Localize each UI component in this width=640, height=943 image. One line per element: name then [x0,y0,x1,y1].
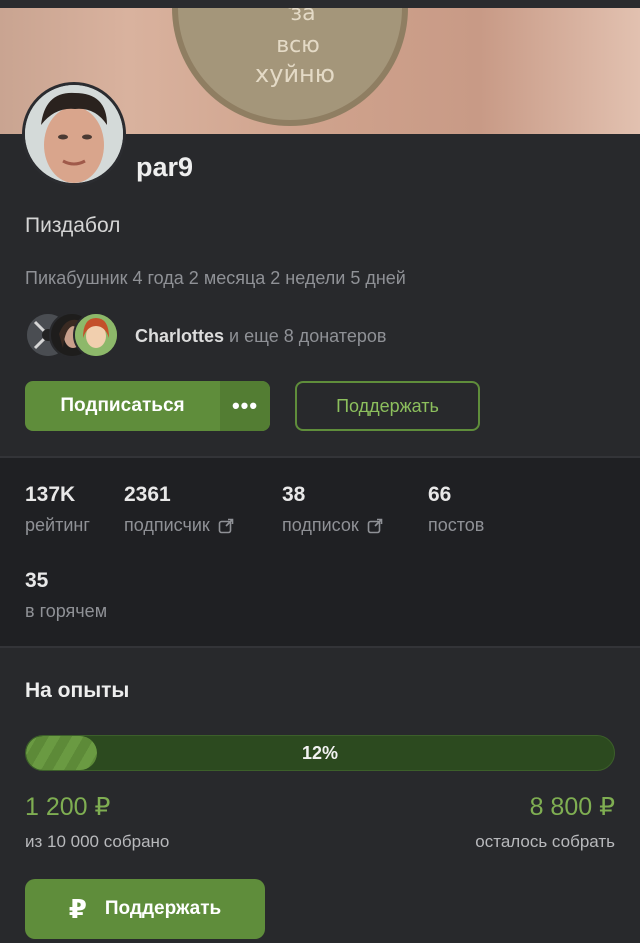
stat-rating: 137K рейтинг [25,483,90,536]
goal-progress-bar: 12% [25,735,615,771]
remaining-amount: 8 800 ₽ [529,793,615,821]
member-since: Пикабушник 4 года 2 месяца 2 недели 5 дн… [25,268,406,288]
donate-button-label: Поддержать [104,898,222,919]
remaining-label: осталось собрать [475,832,615,851]
top-bar [0,0,640,8]
stat-label: подписок [282,515,359,535]
collected-amount: 1 200 ₽ [25,793,111,821]
donor-avatar [73,312,119,358]
avatar[interactable] [22,82,126,186]
stat-value: 2361 [124,483,171,506]
stat-subscribers[interactable]: 2361 подписчик [124,483,234,536]
goal-title: На опыты [25,679,130,702]
external-link-icon [367,518,383,533]
stat-value: 35 [25,569,49,592]
donors-count-text: и еще 8 донатеров [224,326,387,346]
stat-label: рейтинг [25,515,90,535]
avatar-photo [25,85,123,183]
ruble-icon: ₽ [68,893,87,924]
goal-progress-label: 12% [301,742,339,763]
donor-name[interactable]: Charlottes [135,326,224,346]
svg-text:за: за [290,8,315,26]
external-link-icon [218,518,234,533]
collected-label: из 10 000 собрано [25,832,170,851]
subscribe-button[interactable]: Подписаться [25,381,220,431]
stat-label: подписчик [124,515,210,535]
subscribe-button-group: Подписаться ••• [25,381,270,431]
stat-hot: 35 в горячем [25,569,107,622]
stat-label: постов [428,515,485,535]
stat-label: в горячем [25,601,108,621]
support-button[interactable]: Поддержать [295,381,480,431]
stat-value: 66 [428,483,452,506]
donors-row[interactable]: Charlottes и еще 8 донатеров [25,312,625,360]
medal-image: за всю хуйню [172,8,408,126]
username: par9 [136,152,194,182]
stat-value: 38 [282,483,306,506]
svg-text:всю: всю [276,33,320,58]
donors-text: Charlottes и еще 8 донатеров [135,326,386,347]
more-dots-icon[interactable]: ••• [220,381,270,431]
stat-value: 137K [25,483,76,506]
stat-subscriptions[interactable]: 38 подписок [282,483,383,536]
svg-text:хуйню: хуйню [255,60,335,88]
donate-button[interactable]: ₽ Поддержать [25,879,265,939]
stat-posts: 66 постов [428,483,484,536]
profile-status: Пиздабол [25,214,121,237]
